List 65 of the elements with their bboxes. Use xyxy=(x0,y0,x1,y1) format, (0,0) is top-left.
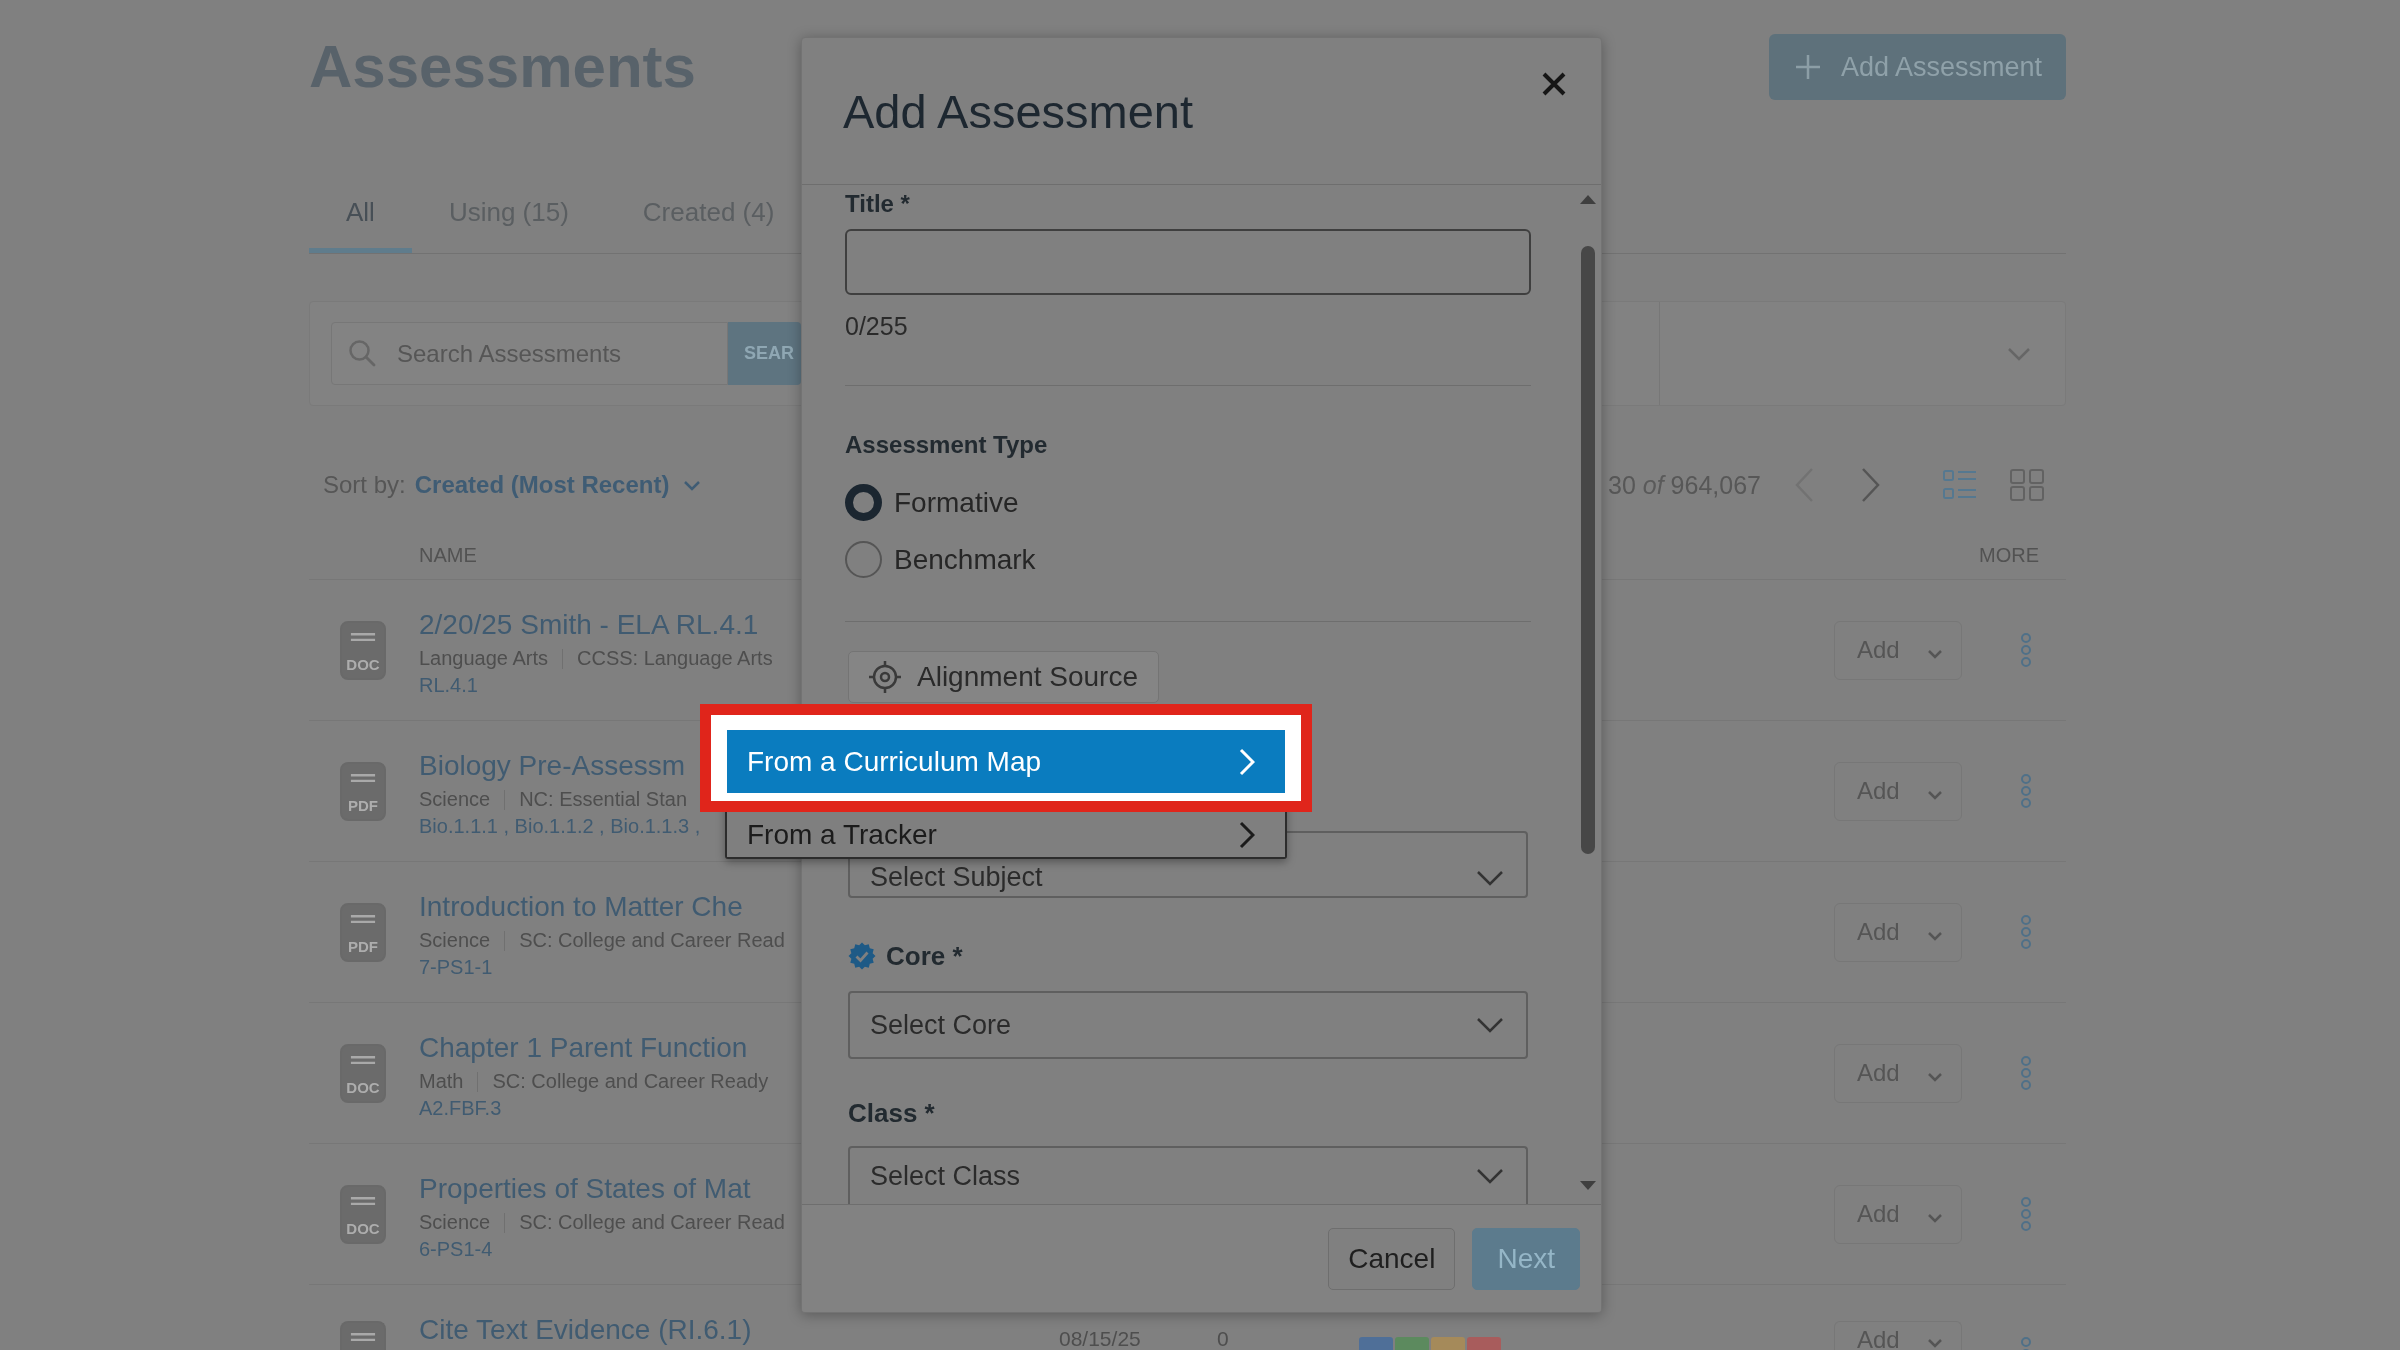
chevron-down-icon xyxy=(1927,1213,1943,1223)
kebab-menu-icon[interactable] xyxy=(2020,1337,2032,1350)
chevron-down-icon xyxy=(2007,346,2031,361)
scrollbar-thumb[interactable] xyxy=(1580,246,1595,854)
file-icon: DOC xyxy=(340,620,386,680)
close-icon[interactable] xyxy=(1542,72,1566,96)
assessment-title-link[interactable]: Biology Pre-Assessm xyxy=(419,748,686,784)
standard-codes-link[interactable]: A2.FBF.3 xyxy=(419,1095,502,1122)
chevron-down-icon xyxy=(683,479,702,491)
dialog-title: Add Assessment xyxy=(843,83,1194,139)
chevron-down-icon xyxy=(1927,931,1943,941)
field-label: Assessment Type xyxy=(845,430,1049,460)
standard-codes-link[interactable]: 6-PS1-4 xyxy=(419,1236,493,1263)
assessment-title-link[interactable]: Introduction to Matter Che xyxy=(419,889,743,925)
outline-button[interactable]: Cancel xyxy=(1328,1227,1456,1290)
chevron-right-icon xyxy=(1239,821,1255,849)
chevron-down-icon xyxy=(1927,649,1943,659)
radio-button[interactable] xyxy=(845,541,882,578)
scroll-up-arrow-icon[interactable] xyxy=(1579,194,1596,204)
kebab-menu-icon[interactable] xyxy=(2020,633,2032,667)
search-icon xyxy=(348,339,376,367)
standard-codes-link[interactable]: Bio.1.1.1 , Bio.1.1.2 , Bio.1.1.3 , xyxy=(419,813,701,840)
chevron-down-icon xyxy=(1927,1072,1943,1082)
chevron-down-icon xyxy=(1927,1338,1943,1348)
chevron-down-icon xyxy=(1476,1168,1504,1184)
chevron-down-icon xyxy=(1476,869,1504,886)
standard-codes-link[interactable]: 7-PS1-1 xyxy=(419,954,493,981)
kebab-menu-icon[interactable] xyxy=(2020,1056,2032,1090)
file-icon xyxy=(340,1321,386,1350)
alignment-source-button[interactable]: Alignment Source xyxy=(848,651,1159,703)
menu-item[interactable]: From a Tracker xyxy=(727,813,1285,857)
radio-button[interactable] xyxy=(845,484,882,521)
option-label: Benchmark xyxy=(894,543,1036,576)
tab[interactable]: All xyxy=(309,176,412,253)
file-icon: PDF xyxy=(340,902,386,962)
chevron-down-icon xyxy=(1927,790,1943,800)
assessment-title-link[interactable]: Properties of States of Mat xyxy=(419,1171,751,1207)
file-icon: PDF xyxy=(340,761,386,821)
chevron-right-icon xyxy=(1239,747,1255,776)
chevron-right-icon[interactable] xyxy=(1861,467,1881,503)
menu-item[interactable]: From a Curriculum Map xyxy=(727,730,1285,793)
core-select[interactable]: Select Core xyxy=(848,991,1528,1059)
kebab-menu-icon[interactable] xyxy=(2020,1197,2032,1231)
field-label: Class * xyxy=(848,1098,936,1128)
standard-codes-link[interactable]: RL.4.1 xyxy=(419,672,478,699)
assessment-title-link[interactable]: Chapter 1 Parent Function xyxy=(419,1030,748,1066)
chevron-down-icon xyxy=(1476,1017,1504,1033)
primary-button[interactable]: Next xyxy=(1472,1227,1580,1290)
plus-icon xyxy=(1795,54,1821,80)
kebab-menu-icon[interactable] xyxy=(2020,915,2032,949)
scroll-down-arrow-icon[interactable] xyxy=(1579,1181,1596,1191)
file-icon: DOC xyxy=(340,1184,386,1244)
field-label: Core * xyxy=(886,941,963,971)
title-input[interactable] xyxy=(845,229,1531,295)
crosshair-icon xyxy=(867,659,903,695)
option-label: Formative xyxy=(894,486,1019,519)
assessment-title-link[interactable]: Cite Text Evidence (RI.6.1) xyxy=(419,1312,752,1348)
list-view-icon[interactable] xyxy=(1943,469,1977,501)
character-counter: 0/255 xyxy=(845,313,909,339)
assessment-title-link[interactable]: 2/20/25 Smith - ELA RL.4.1 xyxy=(419,607,759,643)
grid-view-icon[interactable] xyxy=(2010,469,2044,501)
file-icon: DOC xyxy=(340,1043,386,1103)
field-label: Title * xyxy=(845,189,911,219)
sort-dropdown[interactable]: Created (Most Recent) xyxy=(414,471,702,499)
kebab-menu-icon[interactable] xyxy=(2020,774,2032,808)
